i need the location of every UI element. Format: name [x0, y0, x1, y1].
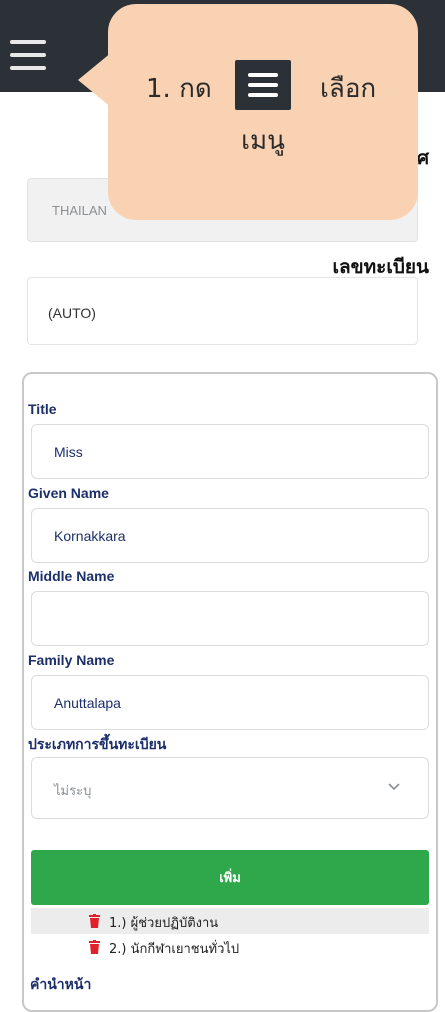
menu-icon — [235, 60, 291, 110]
given-name-value: Kornakkara — [54, 528, 126, 544]
tooltip-menu-text: เมนู — [241, 126, 285, 156]
middle-name-label: Middle Name — [28, 568, 115, 584]
hamburger-menu-icon[interactable] — [10, 40, 46, 70]
registration-number-field: (AUTO) — [27, 277, 418, 345]
registration-number-value: (AUTO) — [48, 305, 96, 321]
title-field[interactable]: Miss — [31, 424, 429, 479]
trash-icon[interactable] — [89, 914, 100, 928]
add-button[interactable]: เพิ่ม — [31, 850, 429, 905]
family-name-label: Family Name — [28, 652, 115, 668]
given-name-field[interactable]: Kornakkara — [31, 508, 429, 563]
tooltip-action-text: เลือก — [320, 74, 377, 104]
trash-icon[interactable] — [89, 940, 100, 954]
middle-name-field[interactable] — [31, 591, 429, 646]
list-item: 2.) นักกีฬาเยาชนทั่วไป — [31, 934, 429, 960]
given-name-label: Given Name — [28, 485, 109, 501]
list-item-text: 2.) นักกีฬาเยาชนทั่วไป — [109, 942, 240, 957]
country-label-partial: ศ — [416, 147, 429, 169]
tooltip-pointer — [78, 52, 112, 108]
title-value: Miss — [54, 444, 83, 460]
registration-type-label: ประเภทการขึ้นทะเบียน — [28, 737, 167, 753]
title-label: Title — [28, 401, 57, 417]
list-item-text: 1.) ผู้ช่วยปฏิบัติงาน — [109, 916, 219, 931]
instruction-tooltip: 1. กด เลือก เมนู — [108, 4, 418, 220]
chevron-down-icon — [388, 783, 400, 791]
tooltip-step-text: 1. กด — [146, 74, 212, 104]
registration-type-value: ไม่ระบุ — [54, 784, 92, 799]
list-item: 1.) ผู้ช่วยปฏิบัติงาน — [31, 908, 429, 934]
country-field-value: THAILAN — [52, 203, 107, 218]
family-name-field[interactable]: Anuttalapa — [31, 675, 429, 730]
prefix-label: คำนำหน้า — [30, 977, 92, 993]
family-name-value: Anuttalapa — [54, 695, 121, 711]
registration-type-select[interactable]: ไม่ระบุ — [31, 757, 429, 819]
